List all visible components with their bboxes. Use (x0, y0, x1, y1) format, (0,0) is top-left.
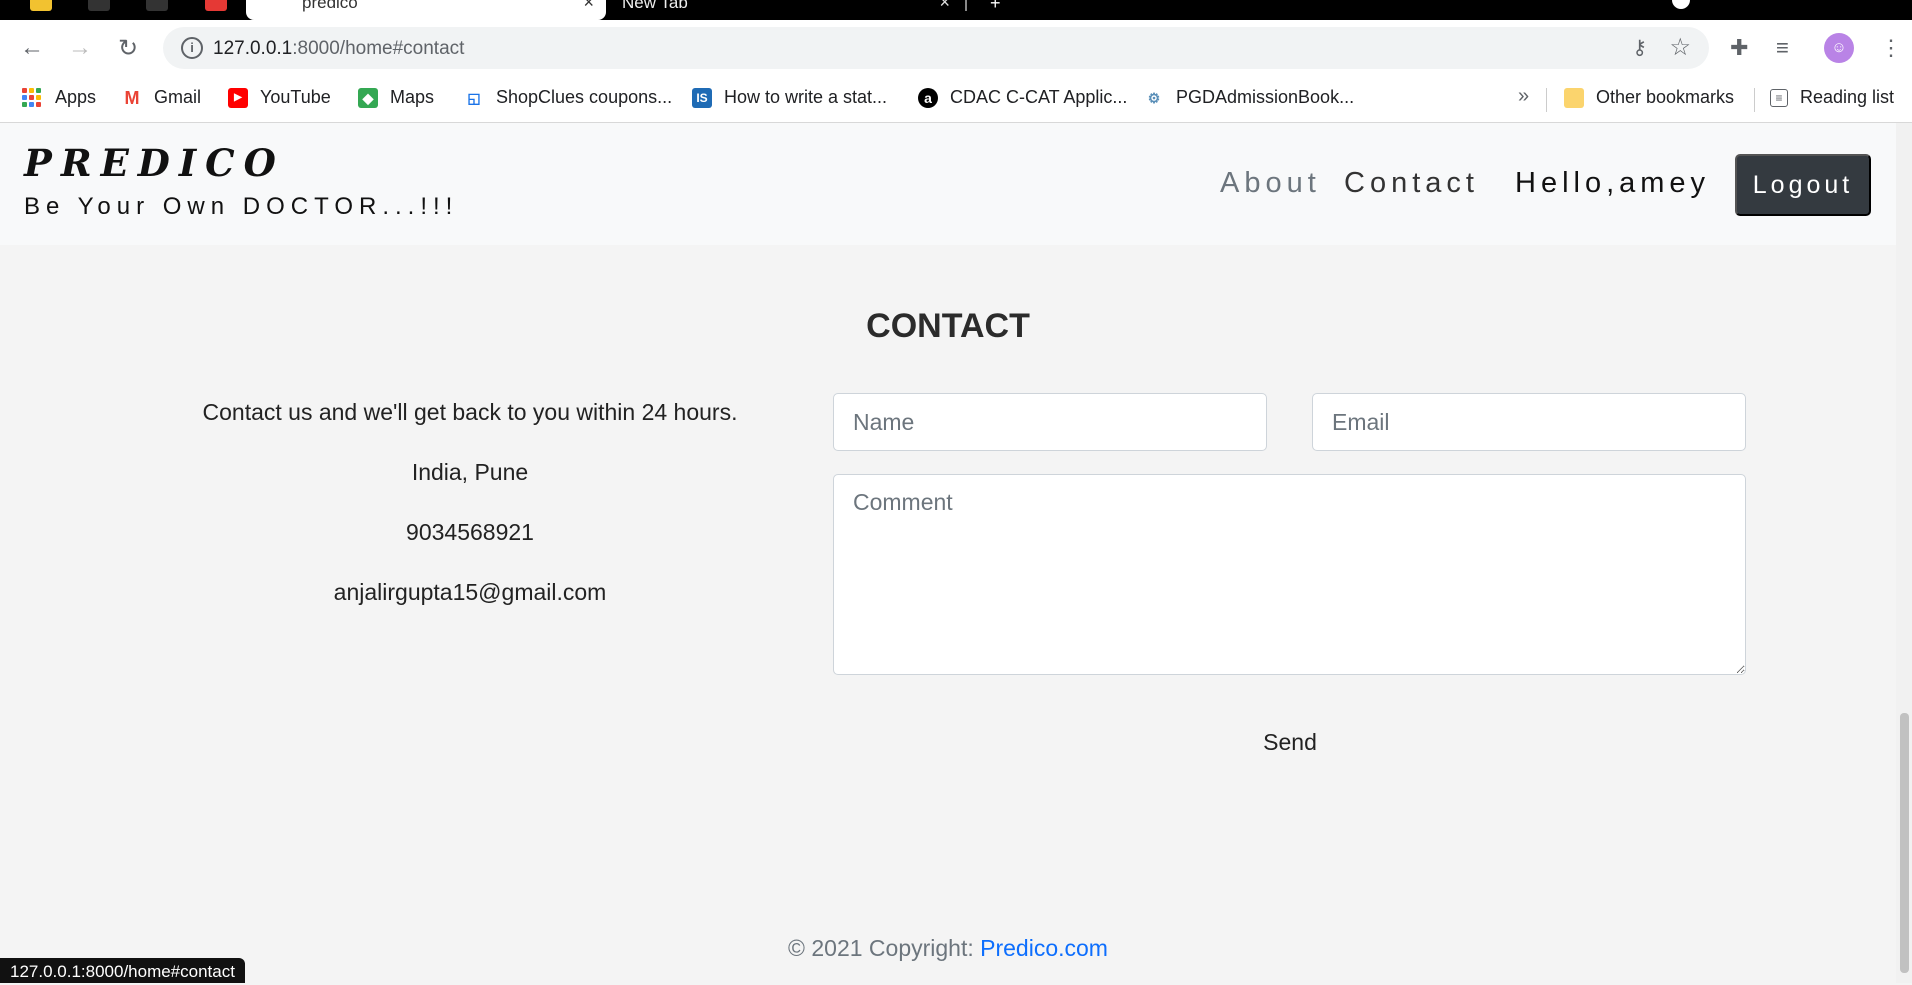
bookmark-maps[interactable]: ◆ Maps (358, 87, 434, 108)
extensions-icon[interactable]: ✚ (1730, 35, 1748, 61)
tab-predico[interactable]: predico × (246, 0, 606, 20)
name-input[interactable] (833, 393, 1267, 451)
comment-textarea[interactable] (833, 474, 1746, 675)
copyright-text: © 2021 Copyright: (788, 935, 981, 961)
bookmark-label: YouTube (260, 87, 331, 107)
bookmark-label: ShopClues coupons... (496, 87, 673, 107)
site-is-icon: IS (692, 87, 712, 108)
contact-email: anjalirgupta15@gmail.com (333, 579, 607, 605)
bookmark-star-icon[interactable]: ☆ (1669, 33, 1691, 62)
profile-avatar[interactable]: ☺ (1824, 33, 1854, 63)
close-icon[interactable]: × (939, 0, 950, 13)
forward-icon[interactable]: → (62, 30, 98, 66)
bookmark-label: CDAC C-CAT Applic... (950, 87, 1128, 107)
back-icon[interactable]: ← (14, 30, 50, 66)
contact-heading: CONTACT (866, 307, 1030, 345)
brand-logo[interactable]: PREDICO (24, 141, 285, 185)
logout-button[interactable]: Logout (1735, 154, 1871, 216)
pinned-tab-icon[interactable] (146, 0, 168, 11)
contact-location: India, Pune (411, 459, 529, 485)
pinned-tab-icon[interactable] (205, 0, 227, 11)
divider (1546, 88, 1547, 112)
bookmark-label: Apps (55, 87, 97, 107)
url-text[interactable]: 127.0.0.1:8000/home#contact (213, 38, 464, 60)
brand-tagline: Be Your Own DOCTOR...!!! (24, 193, 459, 220)
shopclues-icon: ◱ (467, 89, 481, 106)
youtube-icon: ▶ (228, 87, 248, 108)
close-icon[interactable]: × (583, 0, 594, 13)
nav-contact-link[interactable]: Contact (1344, 167, 1479, 200)
pgd-icon: ⚙ (1147, 89, 1161, 106)
bookmark-pgd[interactable]: ⚙ PGDAdmissionBook... (1144, 87, 1354, 108)
footer-copyright: © 2021 Copyright: Predico.com (0, 935, 1896, 962)
address-bar[interactable]: i 127.0.0.1:8000/home#contact ⚷ ☆ (163, 27, 1709, 69)
bookmark-youtube[interactable]: ▶ YouTube (228, 87, 331, 108)
tab-separator (965, 0, 967, 11)
maps-icon: ◆ (358, 87, 378, 108)
bookmark-label: PGDAdmissionBook... (1176, 87, 1355, 107)
email-input[interactable] (1312, 393, 1746, 451)
url-host: 127.0.0.1 (213, 38, 293, 59)
bookmarks-overflow-icon[interactable]: » (1518, 85, 1529, 108)
status-bar-url: 127.0.0.1:8000/home#contact (0, 958, 245, 983)
send-button[interactable]: Send (1240, 720, 1340, 764)
page-scrollbar[interactable] (1896, 123, 1912, 983)
contact-intro: Contact us and we'll get back to you wit… (202, 399, 738, 425)
bookmark-gmail[interactable]: M Gmail (122, 87, 202, 108)
folder-icon (1564, 87, 1584, 108)
bookmark-label: Other bookmarks (1596, 87, 1735, 107)
site-navbar: PREDICO Be Your Own DOCTOR...!!! About C… (0, 123, 1896, 245)
user-greeting: Hello,amey (1515, 167, 1711, 199)
gmail-icon: M (124, 87, 140, 108)
bookmark-shopclues[interactable]: ◱ ShopClues coupons... (464, 87, 672, 108)
bookmark-other[interactable]: Other bookmarks (1564, 87, 1734, 108)
reload-icon[interactable]: ↻ (110, 30, 146, 66)
media-control-icon[interactable]: ≡ (1776, 35, 1789, 61)
key-icon[interactable]: ⚷ (1632, 35, 1647, 60)
site-info-icon[interactable]: i (181, 37, 203, 59)
contact-phone: 9034568921 (406, 519, 534, 545)
reading-list-icon: ≡ (1770, 88, 1788, 107)
pinned-tab-icon[interactable] (30, 0, 52, 11)
pinned-tab-icon[interactable] (88, 0, 110, 11)
bookmark-apps[interactable]: Apps (22, 87, 96, 108)
nav-about-link[interactable]: About (1220, 167, 1321, 200)
tab-title: New Tab (622, 0, 688, 12)
scrollbar-thumb[interactable] (1900, 713, 1909, 973)
url-path: :8000/home#contact (292, 38, 465, 59)
bookmarks-bar: Apps M Gmail ▶ YouTube ◆ Maps ◱ ShopClue… (0, 76, 1912, 123)
window-control-icon[interactable] (1672, 0, 1690, 9)
bookmark-label: Gmail (154, 87, 202, 107)
web-page: PREDICO Be Your Own DOCTOR...!!! About C… (0, 123, 1896, 983)
bookmark-label: Reading list (1800, 87, 1895, 107)
tab-new-tab[interactable]: New Tab × (608, 0, 962, 20)
bookmark-cdac[interactable]: a CDAC C-CAT Applic... (918, 87, 1127, 108)
cdac-icon: a (918, 87, 938, 108)
apps-grid-icon (22, 88, 41, 107)
footer-link[interactable]: Predico.com (980, 935, 1108, 961)
divider (1754, 88, 1755, 112)
new-tab-icon[interactable]: + (990, 0, 1001, 14)
bookmark-label: Maps (390, 87, 435, 107)
tab-strip: predico × New Tab × + (0, 0, 1912, 20)
more-menu-icon[interactable]: ⋮ (1880, 35, 1902, 61)
bookmark-how-to-write[interactable]: IS How to write a stat... (692, 87, 887, 108)
tab-title: predico (302, 0, 358, 12)
browser-toolbar: ← → ↻ i 127.0.0.1:8000/home#contact ⚷ ☆ … (0, 20, 1912, 76)
bookmark-label: How to write a stat... (724, 87, 888, 107)
reading-list[interactable]: ≡ Reading list (1770, 87, 1894, 108)
